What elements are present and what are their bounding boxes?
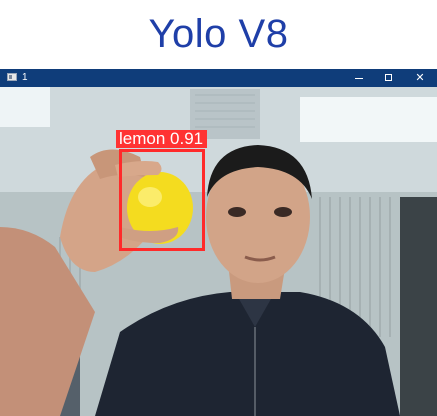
maximize-icon (385, 74, 392, 81)
minimize-icon (355, 78, 363, 79)
maximize-button[interactable] (374, 69, 404, 87)
window-titlebar[interactable]: 1 ✕ (0, 69, 437, 87)
minimize-button[interactable] (344, 69, 374, 87)
page-title: Yolo V8 (148, 12, 289, 56)
video-window: 1 ✕ lemon 0.91 (0, 69, 437, 416)
close-button[interactable]: ✕ (405, 69, 435, 87)
camera-frame: lemon 0.91 (0, 87, 437, 416)
detection-box (119, 149, 205, 251)
window-title: 1 (22, 72, 28, 83)
detection-label: lemon 0.91 (116, 130, 208, 148)
close-icon: ✕ (415, 71, 425, 84)
camera-image (0, 87, 437, 416)
app-icon (7, 73, 17, 81)
